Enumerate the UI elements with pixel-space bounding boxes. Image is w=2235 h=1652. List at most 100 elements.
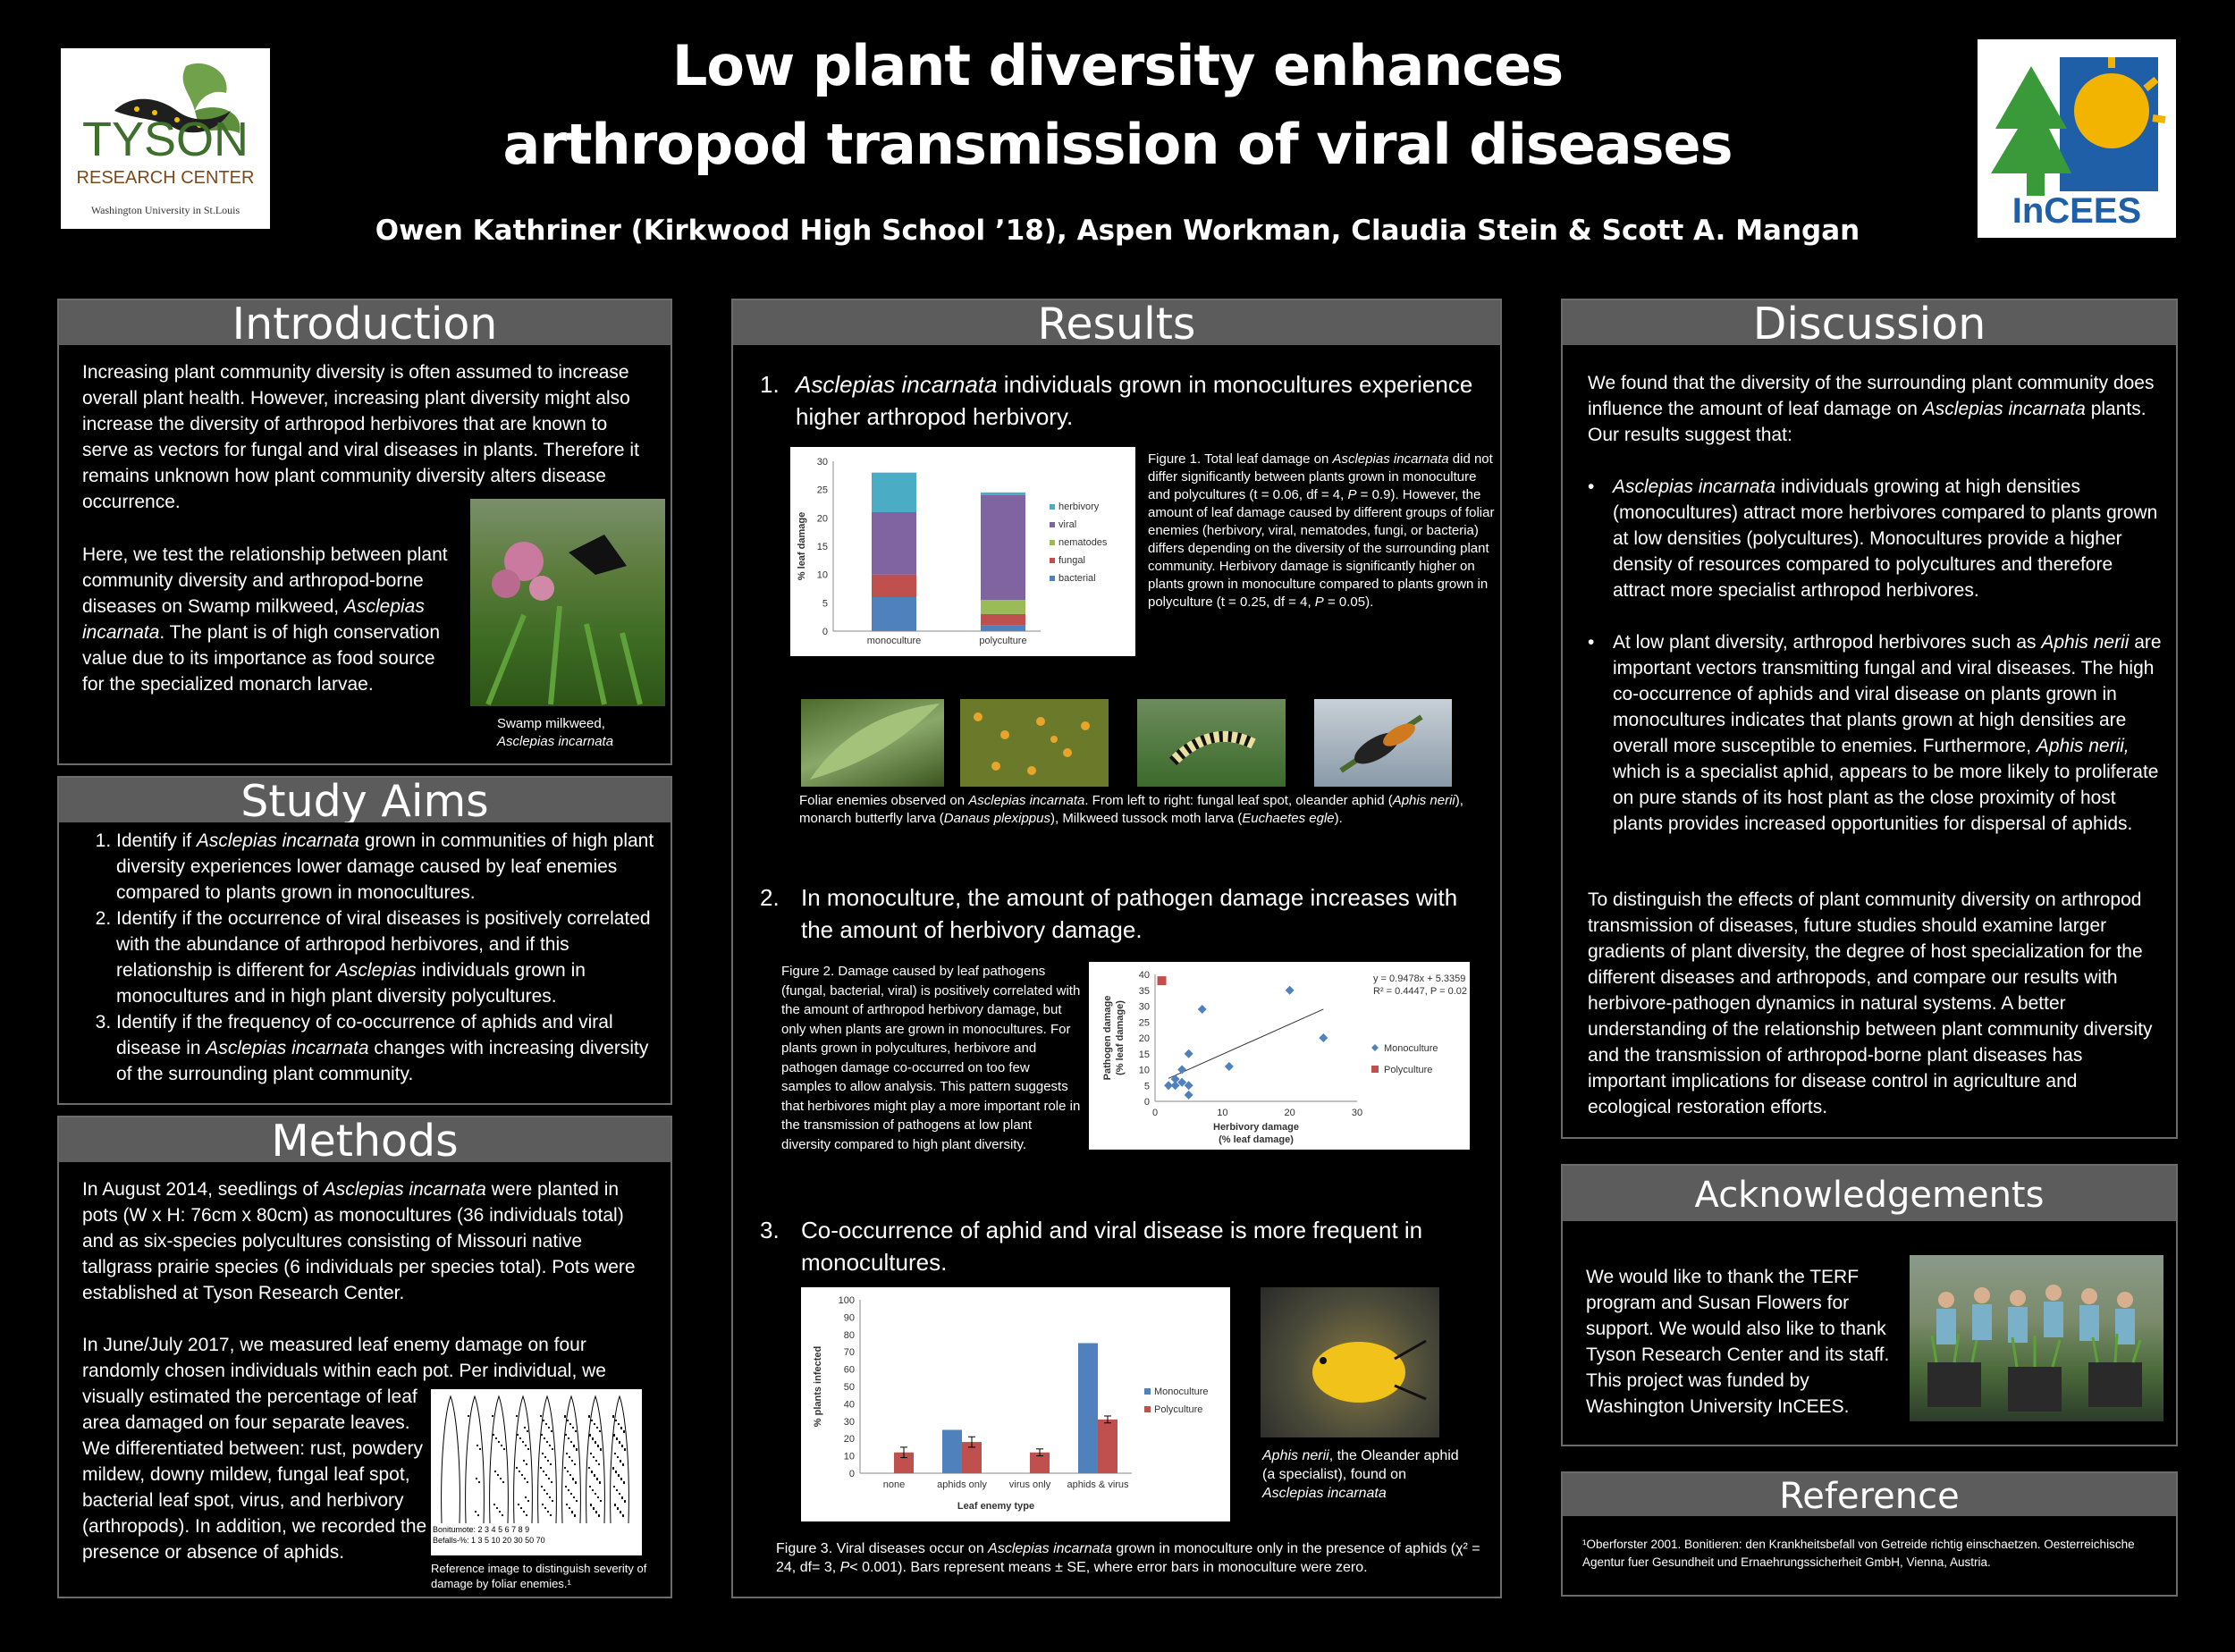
y-tick-label: 40	[844, 1399, 855, 1410]
leaf-damage-dot	[517, 1503, 520, 1506]
leaf-damage-dot	[515, 1466, 519, 1470]
results-heading: Results	[733, 300, 1500, 345]
leaf-damage-dot	[493, 1503, 496, 1506]
bar-segment-nematodes	[981, 600, 1025, 614]
legend-swatch-polyculture	[1144, 1406, 1151, 1412]
title-line-1: Low plant diversity enhances	[671, 33, 1564, 98]
bar-polyculture	[1098, 1419, 1118, 1473]
y-axis-label: % leaf damage	[797, 512, 807, 580]
discussion-panel: Discussion We found that the diversity o…	[1561, 299, 2178, 1139]
leaf-damage-dot	[551, 1447, 554, 1451]
poster-title: Low plant diversity enhances arthropod t…	[358, 27, 1877, 184]
figure-2-chart: 0 5 10 15 20 25 30 35 40 0 10 20 30 Pathogen damage (%…	[1089, 962, 1470, 1150]
y-tick-label: 0	[1144, 1097, 1150, 1108]
data-point-monoculture	[1177, 1065, 1187, 1075]
y-tick-label: 35	[1139, 986, 1150, 997]
legend-label-bacterial: bacterial	[1058, 573, 1096, 584]
leaf-damage-dot	[594, 1492, 597, 1496]
leaf-damage-dot	[540, 1485, 544, 1488]
leaf-damage-dot	[572, 1445, 576, 1448]
leaf-damage-dot	[542, 1470, 545, 1473]
leaf-damage-dot	[527, 1499, 530, 1503]
data-point-monoculture	[1184, 1090, 1193, 1100]
regression-equation: y = 0.9478x + 5.3359	[1373, 974, 1465, 984]
author-list: Owen Kathriner (Kirkwood High School ’18…	[375, 215, 1860, 247]
leaf-damage-dot	[587, 1415, 591, 1419]
study-aims-panel: Study Aims Identify if Asclepias incarna…	[57, 776, 672, 1105]
leaf-damage-dot	[592, 1455, 595, 1459]
leaf-damage-dot	[545, 1492, 549, 1496]
leaf-damage-dot	[574, 1481, 578, 1485]
leaf-damage-dot	[618, 1492, 621, 1496]
legend-label-polyculture: Polyculture	[1154, 1404, 1202, 1415]
bar-segment-fungal	[981, 614, 1025, 626]
leaf-damage-dot	[567, 1437, 570, 1440]
leaf-damage-dot	[594, 1441, 597, 1445]
leaf-damage-dot	[501, 1513, 504, 1517]
leaf-damage-dot	[547, 1426, 551, 1429]
y-tick-label: 30	[844, 1417, 855, 1428]
y-tick-label: 20	[817, 513, 828, 524]
legend-swatch-monoculture	[1144, 1388, 1151, 1395]
leaf-damage-dot	[526, 1429, 529, 1433]
legend-swatch-polyculture	[1371, 1066, 1379, 1073]
leaf-damage-dot	[544, 1455, 547, 1459]
leaf-damage-dot	[595, 1459, 598, 1462]
y-tick-label: 90	[844, 1312, 855, 1323]
leaf-damage-dot	[591, 1488, 595, 1492]
leaf-damage-dot	[595, 1511, 598, 1514]
leaf-damage-dot	[615, 1488, 619, 1492]
leaf-damage-dot	[598, 1429, 602, 1433]
y-axis-label: % plants infected	[813, 1346, 823, 1427]
leaf-damage-dot	[617, 1474, 620, 1478]
data-point-monoculture	[1319, 1033, 1328, 1042]
leaf-damage-dot	[596, 1496, 600, 1499]
monarch-larva-photo	[1137, 699, 1286, 787]
leaf-damage-dot	[563, 1466, 567, 1470]
leaf-damage-dot	[617, 1422, 620, 1426]
regression-r2: R² = 0.4447, P = 0.02	[1373, 986, 1467, 997]
introduction-heading: Introduction	[59, 300, 670, 345]
leaf-damage-dot	[612, 1434, 616, 1437]
methods-paragraph-1: In August 2014, seedlings of Asclepias i…	[82, 1179, 636, 1303]
leaf-damage-dot	[544, 1473, 548, 1477]
leaf-damage-dot	[569, 1440, 573, 1444]
legend-label-fungal: fungal	[1058, 555, 1085, 566]
bar-segment-viral	[981, 495, 1025, 601]
discussion-paragraph-2: To distinguish the effects of plant comm…	[1588, 889, 2153, 1117]
leaf-damage-dot	[612, 1485, 616, 1488]
leaf-damage-dot	[547, 1477, 551, 1480]
leaf-damage-dot	[575, 1499, 578, 1503]
x-tick-label: 30	[1352, 1108, 1362, 1118]
damage-severity-reference-image: Bonitumote: 2 3 4 5 6 7 8 9 Befalls-%: 1…	[431, 1389, 642, 1555]
swamp-milkweed-caption: Swamp milkweed, Asclepias incarnata	[497, 716, 614, 749]
leaf-damage-dot	[571, 1478, 575, 1481]
aim-3: Identify if the frequency of co-occurren…	[116, 1009, 662, 1087]
legend-label-viral: viral	[1058, 519, 1076, 530]
y-tick-label: 15	[817, 542, 828, 552]
legend-swatch-fungal	[1050, 558, 1055, 563]
legend-swatch-viral	[1050, 522, 1055, 527]
leaf-damage-dot	[551, 1499, 554, 1503]
y-tick-label: 100	[839, 1295, 855, 1306]
introduction-paragraph-1: Increasing plant community diversity is …	[82, 362, 639, 512]
discussion-heading: Discussion	[1563, 300, 2176, 345]
methods-panel: Methods In August 2014, seedlings of Asc…	[57, 1116, 672, 1598]
x-tick-label: 10	[1217, 1108, 1227, 1118]
leaf-damage-dot	[616, 1507, 620, 1511]
leaf-damage-dot	[619, 1511, 622, 1514]
legend-label-monoculture: Monoculture	[1384, 1043, 1438, 1054]
result-2-heading: 2. In monoculture, the amount of pathoge…	[760, 884, 1458, 943]
study-aims-list: Identify if Asclepias incarnata grown in…	[72, 828, 662, 1087]
methods-heading: Methods	[59, 1117, 670, 1162]
y-tick-label: 50	[844, 1382, 855, 1393]
leaf-damage-dot	[539, 1414, 543, 1418]
incees-logo: InCEES	[1978, 39, 2176, 238]
leaf-damage-dot	[569, 1473, 572, 1477]
scale-row-2: Befalls-%: 1 3 5 10 20 30 50 70	[433, 1536, 545, 1545]
leaf-damage-dot	[492, 1433, 495, 1437]
y-tick-label: 40	[1139, 970, 1150, 981]
bar-segment-bacterial	[981, 625, 1025, 631]
leaf-damage-dot	[590, 1471, 594, 1474]
data-point-monoculture	[1285, 985, 1295, 995]
